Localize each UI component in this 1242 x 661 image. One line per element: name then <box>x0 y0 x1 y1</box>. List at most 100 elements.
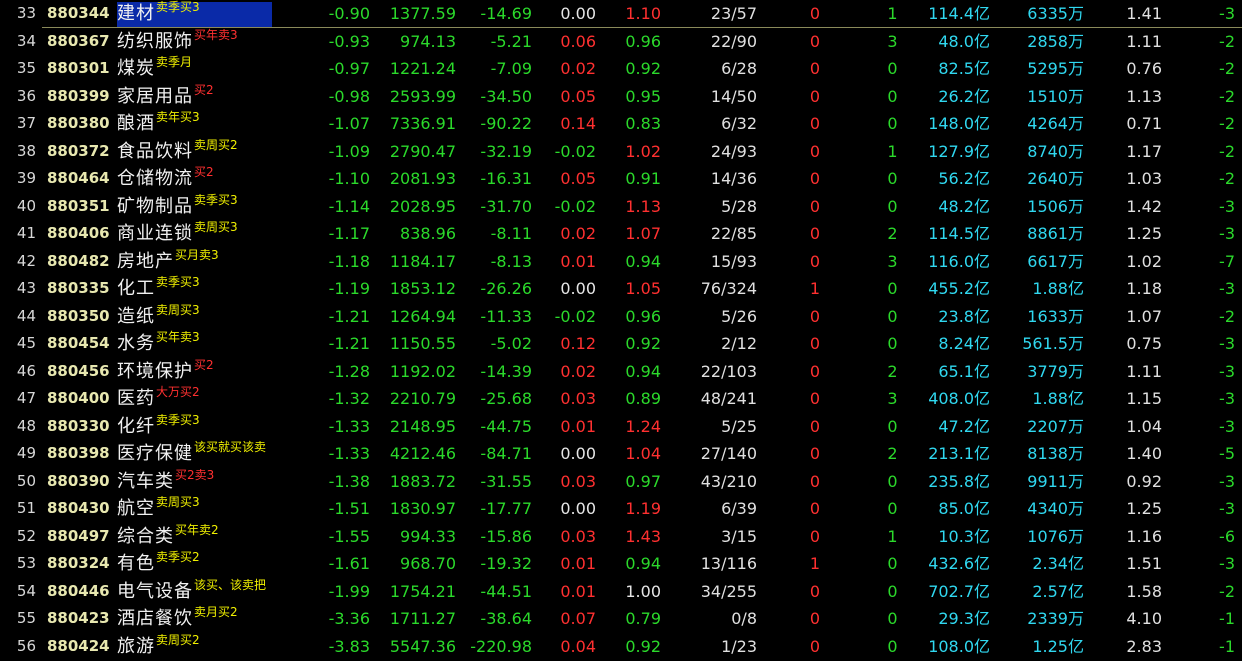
row-index: 35 <box>16 59 36 77</box>
index-price: 1711.27 <box>389 609 456 628</box>
change-amount: -7.09 <box>490 59 532 78</box>
table-row[interactable]: 52 880497 综合类买年卖2 -1.55 994.33 -15.86 0.03 1.43… <box>0 523 1242 551</box>
rank-change: -3 <box>1219 196 1235 216</box>
table-row[interactable]: 54 880446 电气设备该买、该卖把 -1.99 1754.21 -44.51 0.01… <box>0 578 1242 606</box>
up-down-count: 14/36 <box>710 169 757 188</box>
signal-tag: 卖季月 <box>156 55 193 69</box>
signal-tag: 大万买2 <box>156 385 200 399</box>
table-row[interactable]: 35 880301 煤炭卖季月 -0.97 1221.24 -7.09 0.02 0.92 6/… <box>0 55 1242 83</box>
sector-code: 880301 <box>47 59 110 77</box>
row-index: 37 <box>16 114 36 132</box>
up-down-count: 5/25 <box>721 416 757 436</box>
signal-tag: 卖季买3 <box>156 275 200 289</box>
change-amount: -44.75 <box>480 416 532 436</box>
speed-rate: 0.00 <box>560 499 596 518</box>
up-down-count: 15/93 <box>710 251 757 271</box>
turnover-amount: 235.8亿 <box>928 471 990 491</box>
table-row[interactable]: 44 880350 造纸卖周买3 -1.21 1264.94 -11.33 -0.02 0.9… <box>0 303 1242 331</box>
table-row[interactable]: 39 880464 仓储物流买2 -1.10 2081.93 -16.31 0.05 0.91… <box>0 165 1242 193</box>
signal-tag: 该买、该卖把 <box>194 577 267 592</box>
multiplier: 1.11 <box>1126 31 1162 51</box>
multiplier: 1.13 <box>1126 86 1162 106</box>
table-row[interactable]: 56 880424 旅游卖周买2 -3.83 5547.36 -220.98 0.04 0.9… <box>0 633 1242 661</box>
index-price: 2210.79 <box>389 389 456 408</box>
sector-code: 880456 <box>47 361 110 380</box>
table-row[interactable]: 46 880456 环境保护买2 -1.28 1192.02 -14.39 0.02 0.94… <box>0 358 1242 386</box>
sector-code: 880367 <box>47 31 110 50</box>
up-down-count: 76/324 <box>700 279 757 298</box>
sector-code: 880390 <box>47 471 110 490</box>
change-percent: -1.18 <box>328 251 370 271</box>
table-row[interactable]: 55 880423 酒店餐饮卖月买2 -3.36 1711.27 -38.64 0.07 0.… <box>0 605 1242 633</box>
turnover-volume: 1.25亿 <box>1032 636 1084 656</box>
table-row[interactable]: 50 880390 汽车类买2卖3 -1.38 1883.72 -31.55 0.03 0.9… <box>0 468 1242 496</box>
sector-code: 880446 <box>47 581 110 600</box>
change-amount: -38.64 <box>480 609 532 628</box>
table-row[interactable]: 37 880380 酿酒卖年买3 -1.07 7336.91 -90.22 0.14 0.83… <box>0 110 1242 138</box>
turnover-amount: 56.2亿 <box>938 169 990 188</box>
table-row[interactable]: 34 880367 纺织服饰买年卖3 -0.93 974.13 -5.21 0.06 0.96… <box>0 28 1242 56</box>
table-row[interactable]: 40 880351 矿物制品卖季买3 -1.14 2028.95 -31.70 -0.02 1… <box>0 193 1242 221</box>
sector-name: 纺织服饰 <box>117 30 193 52</box>
row-index: 56 <box>16 636 36 655</box>
up-down-count: 22/85 <box>710 224 757 243</box>
turnover-volume: 2640万 <box>1027 169 1084 188</box>
table-row[interactable]: 43 880335 化工卖季买3 -1.19 1853.12 -26.26 0.00 1.05… <box>0 275 1242 303</box>
sector-name: 商业连锁 <box>117 223 193 244</box>
signal-tag: 卖年买3 <box>156 110 200 124</box>
speed-rate: 0.02 <box>560 361 596 381</box>
multiplier: 1.07 <box>1126 306 1162 326</box>
table-row[interactable]: 45 880454 水务买年卖3 -1.21 1150.55 -5.02 0.12 0.92 2… <box>0 330 1242 358</box>
row-index: 51 <box>16 499 36 517</box>
volume-ratio: 0.92 <box>625 636 661 656</box>
volume-ratio: 1.04 <box>625 444 661 463</box>
multiplier: 0.75 <box>1126 334 1162 353</box>
change-percent: -3.36 <box>328 609 370 628</box>
turnover-amount: 702.7亿 <box>928 581 990 601</box>
speed-rate: 0.00 <box>560 444 596 463</box>
sector-code: 880350 <box>47 306 110 325</box>
table-row[interactable]: 42 880482 房地产买月卖3 -1.18 1184.17 -8.13 0.01 0.94… <box>0 248 1242 276</box>
table-row[interactable]: 36 880399 家居用品买2 -0.98 2593.99 -34.50 0.05 0.95… <box>0 83 1242 111</box>
index-price: 1184.17 <box>389 251 456 271</box>
change-percent: -1.21 <box>328 306 370 326</box>
row-index: 48 <box>16 416 36 435</box>
change-amount: -5.21 <box>490 31 532 51</box>
table-row[interactable]: 49 880398 医疗保健该买就买该卖 -1.33 4212.46 -84.71 0.00… <box>0 440 1242 468</box>
rank-change: -2 <box>1219 141 1235 161</box>
turnover-volume: 6335万 <box>1027 4 1084 23</box>
volume-ratio: 0.97 <box>625 471 661 491</box>
table-row[interactable]: 47 880400 医药大万买2 -1.32 2210.79 -25.68 0.03 0.89… <box>0 385 1242 413</box>
rank-change: -3 <box>1219 416 1235 436</box>
row-index: 46 <box>16 361 36 380</box>
rank-change: -1 <box>1219 636 1235 656</box>
table-row[interactable]: 53 880324 有色卖季买2 -1.61 968.70 -19.32 0.01 0.94 1… <box>0 550 1242 578</box>
up-down-count: 3/15 <box>721 526 757 546</box>
volume-ratio: 1.00 <box>625 581 661 601</box>
turnover-volume: 8861万 <box>1027 224 1084 243</box>
limit-down-count: 0 <box>887 554 898 573</box>
table-row[interactable]: 38 880372 食品饮料卖周买2 -1.09 2790.47 -32.19 -0.02 1… <box>0 138 1242 166</box>
change-amount: -17.77 <box>480 499 532 518</box>
table-row[interactable]: 51 880430 航空卖周买3 -1.51 1830.97 -17.77 0.00 1.19… <box>0 495 1242 523</box>
table-row[interactable]: 33 880344 建材卖季买3 -0.90 1377.59 -14.69 0.00 1.10… <box>0 0 1242 28</box>
index-price: 2028.95 <box>389 196 456 216</box>
speed-rate: 0.01 <box>560 581 596 601</box>
index-price: 1192.02 <box>389 361 456 381</box>
rank-change: -3 <box>1219 4 1235 23</box>
table-row[interactable]: 41 880406 商业连锁卖周买3 -1.17 838.96 -8.11 0.02 1.07… <box>0 220 1242 248</box>
sector-name: 有色 <box>117 553 155 574</box>
turnover-amount: 48.0亿 <box>938 31 990 51</box>
rank-change: -2 <box>1219 114 1235 133</box>
index-price: 1853.12 <box>389 279 456 298</box>
speed-rate: 0.12 <box>560 334 596 353</box>
limit-up-count: 1 <box>809 279 821 298</box>
change-percent: -1.17 <box>328 224 370 243</box>
limit-up-count: 0 <box>809 86 821 106</box>
limit-up-count: 0 <box>809 334 821 353</box>
multiplier: 0.71 <box>1126 114 1162 133</box>
limit-down-count: 0 <box>887 279 898 298</box>
sector-name: 航空 <box>117 498 155 519</box>
multiplier: 1.58 <box>1126 581 1162 601</box>
table-row[interactable]: 48 880330 化纤卖季买3 -1.33 2148.95 -44.75 0.01 1.24… <box>0 413 1242 441</box>
